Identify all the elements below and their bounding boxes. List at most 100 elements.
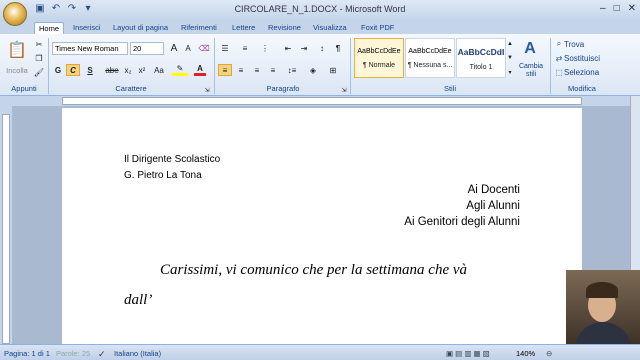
clipboard-group-label: Appunti: [11, 84, 37, 93]
tab-home[interactable]: Home: [34, 22, 65, 34]
proofing-icon[interactable]: ✓: [98, 349, 106, 360]
clear-formatting-icon[interactable]: ⌫: [198, 42, 210, 54]
strikethrough-button[interactable]: abe: [104, 64, 120, 76]
person-shirt: [574, 322, 632, 344]
increase-indent-icon[interactable]: ⇥: [298, 42, 310, 54]
find-button[interactable]: Trova: [564, 38, 594, 50]
style-heading-1[interactable]: AaBbCcDdI Titolo 1: [456, 38, 506, 78]
tab-foxit-pdf[interactable]: Foxit PDF: [361, 22, 394, 34]
tab-references[interactable]: Riferimenti: [181, 22, 217, 34]
copy-icon[interactable]: ❐: [34, 52, 44, 64]
bullets-icon[interactable]: ☰: [218, 42, 232, 54]
ruler-track: [2, 114, 10, 344]
tab-view[interactable]: Visualizza: [313, 22, 347, 34]
ribbon-tabs: Home Inserisci Layout di pagina Riferime…: [0, 20, 640, 34]
italic-button[interactable]: C: [66, 64, 80, 76]
paragraph-dialog-launcher-icon[interactable]: ⇲: [340, 84, 348, 96]
select-icon[interactable]: ⬚: [554, 66, 564, 78]
grow-font-icon[interactable]: A: [168, 42, 180, 54]
page-count[interactable]: Pagina: 1 di 1: [4, 349, 50, 358]
divider: [550, 38, 551, 94]
divider: [48, 38, 49, 94]
paste-icon[interactable]: 📋: [6, 38, 28, 62]
justify-icon[interactable]: ≡: [266, 64, 280, 76]
window-controls: – □ ✕: [600, 3, 636, 14]
decrease-indent-icon[interactable]: ⇤: [282, 42, 294, 54]
change-case-button[interactable]: Aa: [152, 64, 166, 76]
format-painter-icon[interactable]: 🖌: [34, 66, 44, 78]
highlight-icon[interactable]: ✎: [172, 64, 188, 76]
style-name: Titolo 1: [469, 64, 493, 71]
person-hair: [586, 282, 618, 298]
cut-icon[interactable]: ✂: [34, 38, 44, 50]
body-line-1: Carissimi, vi comunico che per la settim…: [160, 262, 468, 278]
view-buttons-icon[interactable]: ▣ ▤ ▥ ▦ ▧: [446, 349, 490, 358]
office-button[interactable]: [3, 2, 27, 26]
superscript-button[interactable]: x²: [136, 64, 148, 76]
style-sample: AaBbCcDdI: [457, 47, 505, 57]
minimize-icon[interactable]: –: [600, 3, 606, 14]
styles-more-icon[interactable]: ▾: [506, 66, 514, 78]
font-dialog-launcher-icon[interactable]: ⇲: [203, 84, 211, 96]
replace-button[interactable]: Sostituisci: [564, 52, 608, 64]
style-no-spacing[interactable]: AaBbCcDdEe ¶ Nessuna s...: [405, 38, 455, 78]
styles-scroll-up-icon[interactable]: ▲: [506, 38, 514, 50]
shading-icon[interactable]: ◈: [306, 64, 320, 76]
paste-label[interactable]: Incolla: [2, 64, 32, 76]
change-styles-icon[interactable]: A: [520, 38, 540, 60]
ribbon: 📋 Incolla ✂ ❐ 🖌 Appunti Times New Roman …: [0, 34, 640, 96]
document-page[interactable]: Il Dirigente Scolastico G. Pietro La Ton…: [62, 108, 582, 344]
style-normal[interactable]: AaBbCcDdEe ¶ Normale: [354, 38, 404, 78]
line-spacing-icon[interactable]: ↕≡: [284, 64, 300, 76]
zoom-out-icon[interactable]: ⊖: [546, 349, 552, 358]
zoom-level[interactable]: 140%: [516, 349, 535, 358]
webcam-overlay: [566, 270, 640, 344]
paragraph-group-label: Paragrafo: [266, 84, 300, 93]
underline-button[interactable]: S: [84, 64, 96, 76]
font-name-box[interactable]: Times New Roman: [52, 42, 128, 55]
bold-button[interactable]: G: [52, 64, 64, 76]
multilevel-list-icon[interactable]: ⋮: [258, 42, 272, 54]
change-styles-label[interactable]: Cambia stili: [514, 62, 548, 80]
tab-review[interactable]: Revisione: [268, 22, 301, 34]
style-name: ¶ Normale: [362, 62, 396, 69]
select-button[interactable]: Seleziona: [564, 66, 604, 78]
window-title: CIRCOLARE_N_1.DOCX - Microsoft Word: [234, 4, 406, 14]
sender-line-1: Il Dirigente Scolastico: [124, 154, 221, 165]
styles-group-label: Stili: [443, 84, 457, 93]
font-group-label: Carattere: [115, 84, 147, 93]
tab-page-layout[interactable]: Layout di pagina: [113, 22, 168, 34]
subscript-button[interactable]: x₂: [122, 64, 134, 76]
style-sample: AaBbCcDdEe: [357, 48, 401, 55]
maximize-icon[interactable]: □: [614, 3, 620, 14]
close-icon[interactable]: ✕: [628, 3, 636, 14]
language-indicator[interactable]: Italiano (Italia): [114, 349, 161, 358]
word-count[interactable]: Parole: 25: [56, 349, 90, 358]
editing-group-label: Modifica: [568, 84, 596, 93]
font-color-icon[interactable]: A: [194, 64, 206, 76]
shrink-font-icon[interactable]: A: [182, 42, 194, 54]
replace-icon[interactable]: ⇄: [554, 52, 564, 64]
recipient-line-3: Ai Genitori degli Alunni: [404, 216, 520, 228]
horizontal-ruler[interactable]: [0, 96, 640, 106]
recipient-line-2: Agli Alunni: [466, 200, 520, 212]
vertical-ruler[interactable]: [0, 106, 12, 344]
borders-icon[interactable]: ⊞: [326, 64, 340, 76]
sort-icon[interactable]: ↕: [316, 42, 328, 54]
divider: [350, 38, 351, 94]
font-size-box[interactable]: 20: [130, 42, 164, 55]
body-line-2: dall’: [124, 292, 153, 308]
tab-insert[interactable]: Inserisci: [73, 22, 101, 34]
show-formatting-icon[interactable]: ¶: [332, 42, 344, 54]
style-sample: AaBbCcDdEe: [408, 48, 452, 55]
numbering-icon[interactable]: ≡: [238, 42, 252, 54]
align-right-icon[interactable]: ≡: [250, 64, 264, 76]
status-bar: Pagina: 1 di 1 Parole: 25 ✓ Italiano (It…: [0, 344, 640, 360]
styles-scroll-down-icon[interactable]: ▼: [506, 52, 514, 64]
tab-mailings[interactable]: Lettere: [232, 22, 255, 34]
sender-line-2: G. Pietro La Tona: [124, 170, 202, 181]
find-icon[interactable]: ⌕: [554, 38, 564, 50]
align-left-icon[interactable]: ≡: [218, 64, 232, 76]
ruler-track: [62, 97, 582, 105]
align-center-icon[interactable]: ≡: [234, 64, 248, 76]
